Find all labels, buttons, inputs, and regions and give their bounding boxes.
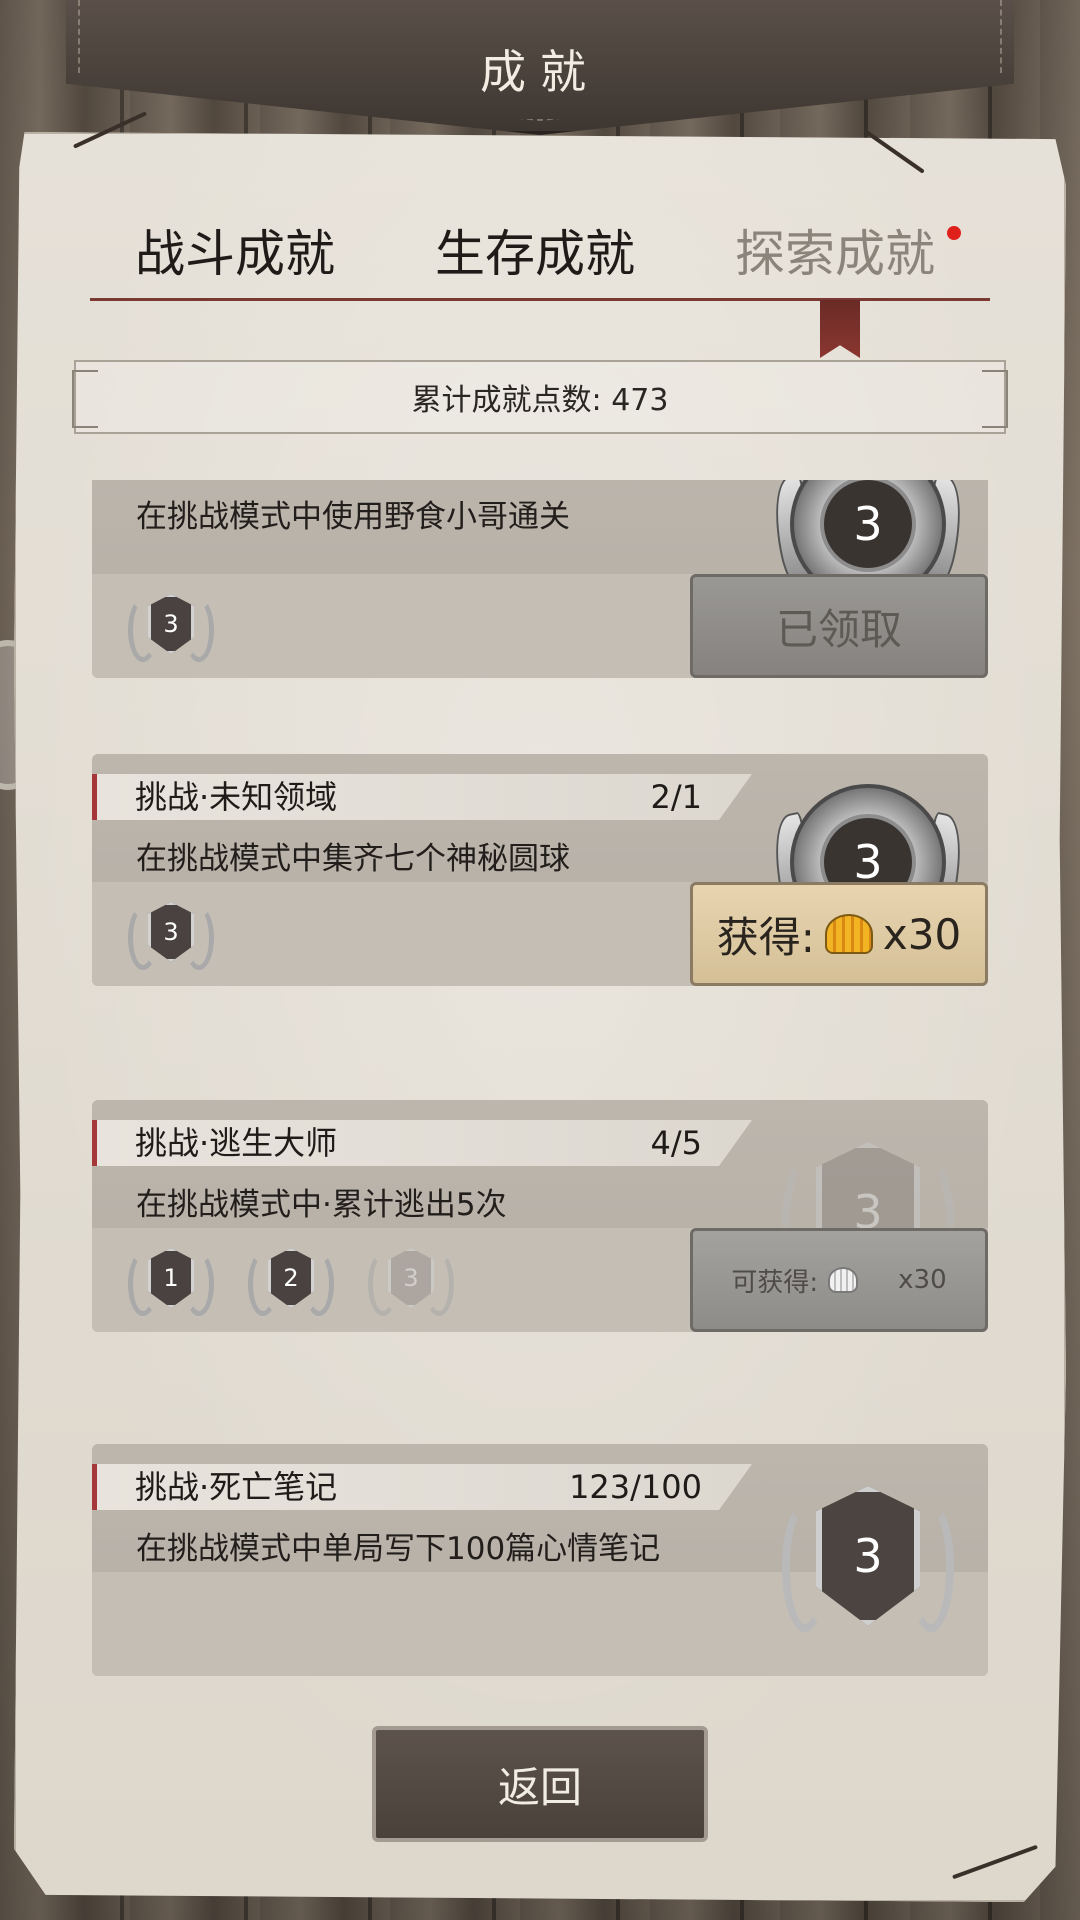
achievement-description: 在挑战模式中·累计逃出5次: [136, 1187, 507, 1223]
shell-icon: [824, 914, 873, 954]
achievement-header: 挑战·逃生大师 4/5: [92, 1120, 752, 1166]
tier-medal-icon: 2: [242, 1234, 340, 1324]
achievement-progress: 2/1: [650, 778, 703, 816]
claimed-button[interactable]: 已领取: [690, 574, 988, 678]
tier-medal-icon: 3: [362, 1234, 460, 1324]
tab-bar: 战斗成就 生存成就 探索成就: [90, 210, 990, 301]
return-label: 返回: [497, 1762, 582, 1812]
tier-medals: 1 2 3: [122, 1234, 460, 1324]
achievement-card: 在挑战模式中使用野食小哥通关 3 3 已领取: [92, 480, 988, 678]
achievement-list[interactable]: 在挑战模式中使用野食小哥通关 3 3 已领取 挑战·未知领域 2/1 在挑战模式…: [92, 480, 988, 1680]
achievement-card: 挑战·未知领域 2/1 在挑战模式中集齐七个神秘圆球 3 3 获得: x30: [92, 754, 988, 986]
reward-amount: x30: [882, 909, 962, 959]
achievement-description: 在挑战模式中使用野食小哥通关: [136, 499, 570, 535]
achievement-description: 在挑战模式中集齐七个神秘圆球: [136, 841, 570, 877]
achievement-shield-icon: 3: [768, 1462, 968, 1662]
achievement-header: 挑战·未知领域 2/1: [92, 774, 752, 820]
tier-medal-icon: 3: [122, 580, 220, 670]
achievement-progress: 4/5: [650, 1124, 703, 1162]
pending-label: 可获得:: [731, 1267, 819, 1298]
achievement-progress: 123/100: [569, 1468, 702, 1506]
achievement-card: 挑战·死亡笔记 123/100 在挑战模式中单局写下100篇心情笔记 3: [92, 1444, 988, 1676]
notification-dot: [947, 226, 961, 240]
return-button[interactable]: 返回: [372, 1726, 708, 1842]
tier-medal-icon: 3: [122, 888, 220, 978]
achievement-title: 挑战·死亡笔记: [135, 1468, 338, 1506]
tab-exploration[interactable]: 探索成就: [690, 210, 980, 290]
tier-medal-icon: 1: [122, 1234, 220, 1324]
tier-medals: 3: [122, 580, 220, 670]
claimed-label: 已领取: [775, 604, 902, 654]
achievement-title: 挑战·未知领域: [135, 778, 338, 816]
reward-amount: x30: [898, 1265, 947, 1295]
reward-preview-button[interactable]: 可获得: x30: [690, 1228, 988, 1332]
achievement-points-bar: 累计成就点数: 473: [72, 360, 1008, 434]
achievement-title: 挑战·逃生大师: [135, 1124, 338, 1162]
medal-level: 3: [824, 480, 912, 568]
shield-level: 3: [816, 1486, 920, 1626]
achievement-header: 挑战·死亡笔记 123/100: [92, 1464, 752, 1510]
tab-survival[interactable]: 生存成就: [390, 210, 680, 290]
page-title: 成就: [480, 45, 600, 99]
achievement-card: 挑战·逃生大师 4/5 在挑战模式中·累计逃出5次 3 1 2 3 可获得: x…: [92, 1100, 988, 1332]
claim-label: 获得:: [716, 912, 815, 962]
shell-icon: [828, 1267, 859, 1293]
tier-medals: 3: [122, 888, 220, 978]
achievement-description: 在挑战模式中单局写下100篇心情笔记: [136, 1531, 661, 1567]
tab-combat[interactable]: 战斗成就: [90, 210, 380, 290]
claim-reward-button[interactable]: 获得: x30: [690, 882, 988, 986]
points-label: 累计成就点数: 473: [411, 383, 669, 418]
